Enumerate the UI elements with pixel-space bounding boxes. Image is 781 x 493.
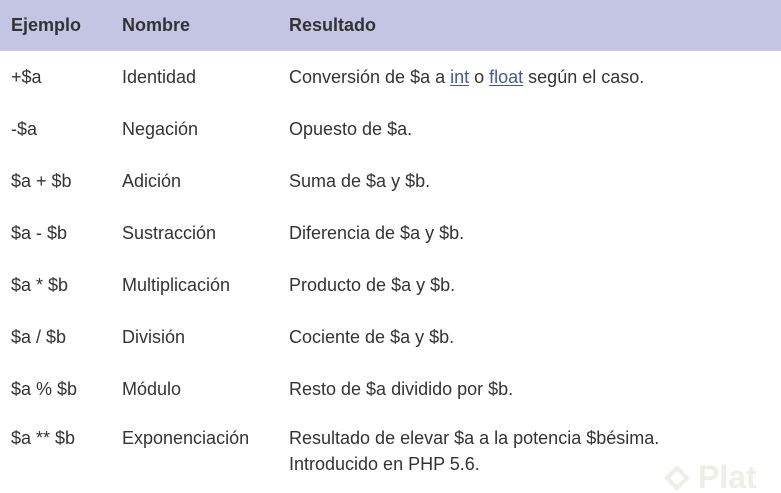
table-row: $a * $b Multiplicación Producto de $a y … [0,259,781,311]
result-cell: Conversión de $a a int o float según el … [289,51,781,103]
name-cell: Multiplicación [122,275,231,295]
name-cell: Sustracción [122,223,217,243]
name-cell: División [122,327,186,347]
example-cell: -$a [11,119,38,139]
table-row: $a + $b Adición Suma de $a y $b. [0,155,781,207]
table-row: $a - $b Sustracción Diferencia de $a y $… [0,207,781,259]
result-text: según el caso. [523,67,645,87]
result-line: Resultado de elevar $a a la potencia $bé… [289,428,660,448]
table-body: +$a Identidad Conversión de $a a int o f… [0,51,781,491]
name-cell: Negación [122,119,199,139]
table-row: -$a Negación Opuesto de $a. [0,103,781,155]
table-header: Ejemplo Nombre Resultado [0,0,781,51]
operators-table-container: Ejemplo Nombre Resultado +$a Identidad C… [0,0,781,493]
name-cell: Exponenciación [122,428,250,448]
header-nombre: Nombre [122,15,191,35]
table-row: +$a Identidad Conversión de $a a int o f… [0,51,781,103]
example-cell: $a / $b [11,327,67,347]
table-row: $a % $b Módulo Resto de $a dividido por … [0,363,781,415]
table-row: $a ** $b Exponenciación Resultado de ele… [0,415,781,491]
example-cell: $a - $b [11,223,68,243]
header-resultado: Resultado [289,15,377,35]
table-row: $a / $b División Cociente de $a y $b. [0,311,781,363]
example-cell: $a + $b [11,171,72,191]
header-row: Ejemplo Nombre Resultado [0,0,781,51]
example-cell: $a * $b [11,275,69,295]
name-cell: Módulo [122,379,182,399]
example-cell: $a % $b [11,379,78,399]
result-cell: Resultado de elevar $a a la potencia $bé… [289,415,781,491]
result-cell: Suma de $a y $b. [289,171,431,191]
example-cell: $a ** $b [11,428,76,448]
result-cell: Opuesto de $a. [289,119,413,139]
header-ejemplo: Ejemplo [11,15,82,35]
result-text: Conversión de $a a [289,67,451,87]
result-cell: Resto de $a dividido por $b. [289,379,514,399]
example-cell: +$a [11,67,42,87]
name-cell: Adición [122,171,182,191]
int-link[interactable]: int [450,67,469,87]
result-cell: Diferencia de $a y $b. [289,223,465,243]
result-cell: Producto de $a y $b. [289,275,456,295]
result-line: Introducido en PHP 5.6. [289,454,480,474]
result-text: o [469,67,490,87]
result-cell: Cociente de $a y $b. [289,327,455,347]
name-cell: Identidad [122,67,197,87]
arithmetic-operators-table: Ejemplo Nombre Resultado +$a Identidad C… [0,0,781,491]
float-link[interactable]: float [489,67,523,87]
